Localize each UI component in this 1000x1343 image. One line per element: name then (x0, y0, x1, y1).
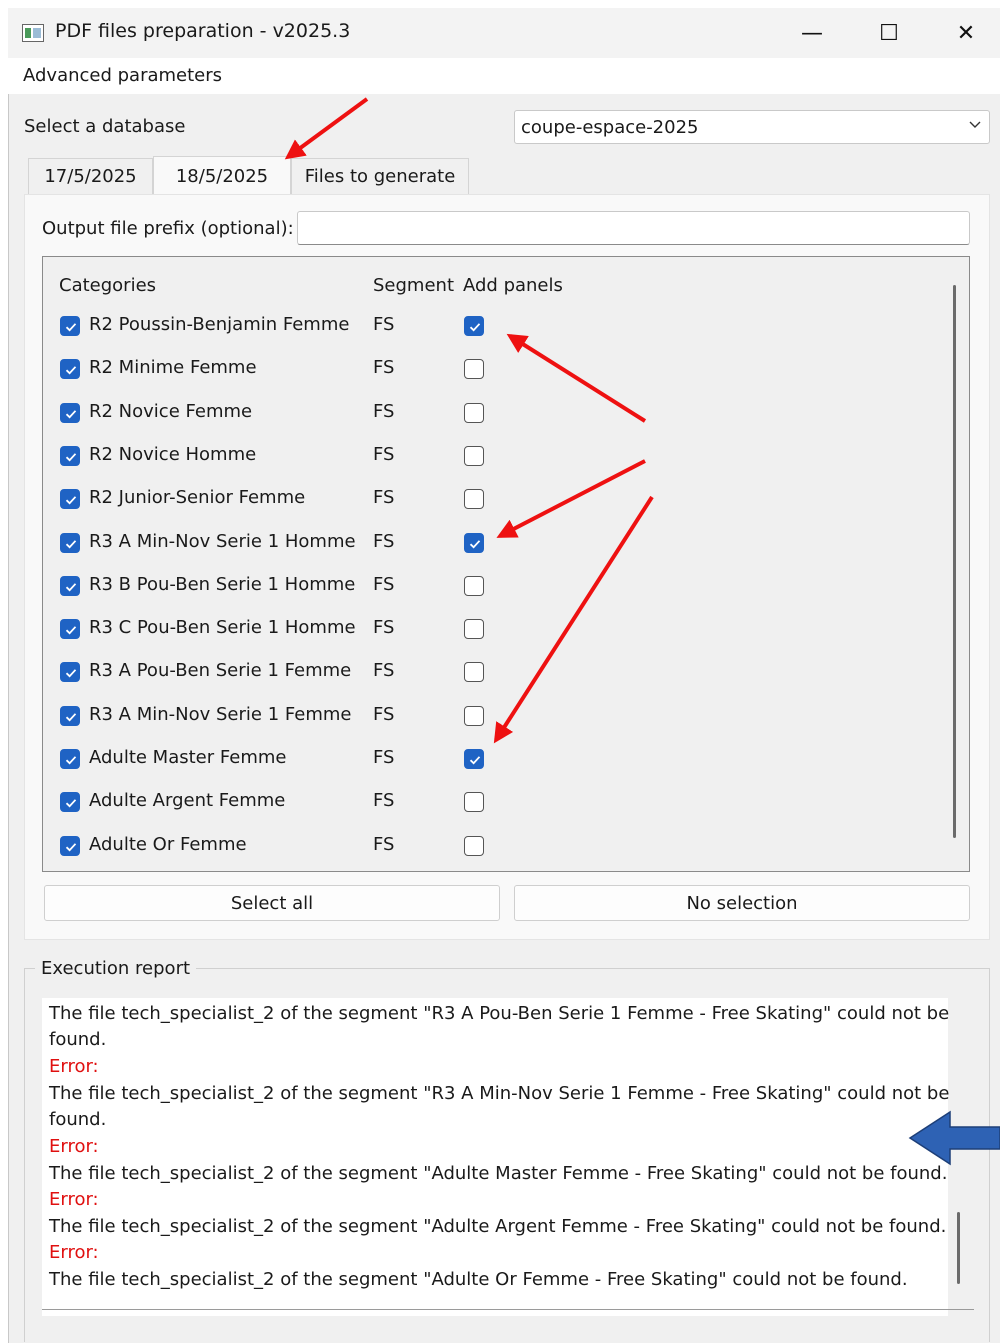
database-select[interactable]: coupe-espace-2025 (514, 110, 990, 144)
segment-label: FS (373, 617, 395, 639)
category-label: R2 Poussin-Benjamin Femme (89, 314, 350, 335)
close-button[interactable]: ✕ (943, 14, 989, 52)
report-message: The file tech_specialist_2 of the segmen… (49, 1083, 950, 1104)
add-panels-checkbox[interactable] (464, 619, 484, 640)
database-label: Select a database (24, 116, 186, 137)
add-panels-checkbox[interactable] (464, 489, 484, 510)
select-all-label: Select all (230, 892, 314, 914)
report-error-label: Error: (49, 1189, 99, 1210)
prefix-label: Output file prefix (optional): (42, 218, 294, 239)
add-panels-checkbox[interactable] (464, 316, 484, 336)
add-panels-checkbox[interactable] (464, 359, 484, 380)
category-label: Adulte Argent Femme (89, 790, 286, 812)
category-select-checkbox[interactable] (60, 532, 80, 553)
categories-list (42, 256, 970, 872)
database-select-value: coupe-espace-2025 (521, 117, 699, 138)
tab-label: Files to generate (304, 166, 456, 187)
header-segment: Segment (373, 275, 454, 296)
segment-label: FS (373, 747, 395, 768)
segment-label: FS (373, 790, 395, 812)
report-message: The file tech_specialist_2 of the segmen… (49, 1269, 908, 1290)
category-select-checkbox[interactable] (60, 662, 80, 683)
category-select-checkbox[interactable] (60, 575, 80, 596)
category-select-checkbox[interactable] (60, 402, 80, 423)
add-panels-checkbox[interactable] (464, 749, 484, 769)
add-panels-checkbox[interactable] (464, 532, 484, 553)
window-title: PDF files preparation - v2025.3 (55, 20, 351, 42)
add-panels-checkbox[interactable] (464, 705, 484, 726)
category-label: R2 Minime Femme (89, 357, 257, 379)
category-select-checkbox[interactable] (60, 792, 80, 813)
tab-18-5-2025[interactable]: 18/5/2025 (153, 156, 291, 196)
report-message: The file tech_specialist_2 of the segmen… (49, 1216, 947, 1237)
segment-label: FS (373, 530, 395, 552)
header-categories: Categories (59, 275, 157, 296)
menu-bar: Advanced parameters (8, 58, 1000, 94)
segment-label: FS (373, 487, 395, 509)
report-message: found. (49, 1029, 107, 1050)
category-label: R2 Novice Femme (89, 400, 253, 422)
category-select-checkbox[interactable] (60, 619, 80, 640)
no-selection-label: No selection (686, 892, 798, 914)
category-select-checkbox[interactable] (60, 705, 80, 726)
report-scrollbar[interactable] (957, 1212, 960, 1284)
app-icon (22, 24, 44, 42)
add-panels-checkbox[interactable] (464, 402, 484, 423)
report-error-label: Error: (49, 1056, 99, 1077)
category-select-checkbox[interactable] (60, 445, 80, 466)
category-select-checkbox[interactable] (60, 749, 80, 769)
category-label: R3 A Min-Nov Serie 1 Femme (89, 703, 352, 725)
add-panels-checkbox[interactable] (464, 792, 484, 813)
segment-label: FS (373, 660, 395, 682)
category-label: R2 Junior-Senior Femme (89, 487, 306, 509)
category-label: R3 C Pou-Ben Serie 1 Homme (89, 617, 356, 639)
category-label: R3 A Pou-Ben Serie 1 Femme (89, 660, 352, 682)
report-message: The file tech_specialist_2 of the segmen… (49, 1003, 950, 1024)
tab-files-to-generate[interactable]: Files to generate (291, 158, 469, 194)
list-scrollbar[interactable] (953, 285, 956, 838)
execution-report-title: Execution report (35, 958, 197, 979)
select-all-button[interactable]: Select all (44, 885, 500, 921)
no-selection-button[interactable]: No selection (514, 885, 970, 921)
segment-label: FS (373, 443, 395, 465)
tab-17-5-2025[interactable]: 17/5/2025 (28, 158, 153, 194)
category-label: Adulte Master Femme (89, 747, 287, 768)
add-panels-checkbox[interactable] (464, 575, 484, 596)
minimize-button[interactable]: — (789, 14, 835, 52)
segment-label: FS (373, 314, 395, 335)
category-label: Adulte Or Femme (89, 833, 247, 855)
segment-label: FS (373, 357, 395, 379)
report-error-label: Error: (49, 1136, 99, 1157)
category-label: R2 Novice Homme (89, 443, 257, 465)
add-panels-checkbox[interactable] (464, 445, 484, 466)
category-select-checkbox[interactable] (60, 316, 80, 336)
chevron-down-icon (969, 121, 981, 128)
prefix-input[interactable] (297, 211, 970, 245)
tab-label: 17/5/2025 (44, 166, 137, 187)
report-message: found. (49, 1109, 107, 1130)
menu-advanced-parameters[interactable]: Advanced parameters (23, 65, 222, 86)
segment-label: FS (373, 400, 395, 422)
segment-label: FS (373, 833, 395, 855)
title-bar: PDF files preparation - v2025.3 — ☐ ✕ (8, 8, 1000, 58)
add-panels-checkbox[interactable] (464, 835, 484, 856)
segment-label: FS (373, 703, 395, 725)
category-label: R3 A Min-Nov Serie 1 Homme (89, 530, 356, 552)
maximize-button[interactable]: ☐ (866, 14, 912, 52)
category-select-checkbox[interactable] (60, 359, 80, 380)
report-error-label: Error: (49, 1242, 99, 1263)
category-label: R3 B Pou-Ben Serie 1 Homme (89, 573, 356, 595)
category-select-checkbox[interactable] (60, 489, 80, 510)
report-message: The file tech_specialist_2 of the segmen… (49, 1163, 948, 1184)
category-select-checkbox[interactable] (60, 835, 80, 856)
segment-label: FS (373, 573, 395, 595)
report-divider (42, 1309, 974, 1310)
add-panels-checkbox[interactable] (464, 662, 484, 683)
header-add-panels: Add panels (463, 275, 563, 296)
tab-label: 18/5/2025 (175, 166, 269, 187)
